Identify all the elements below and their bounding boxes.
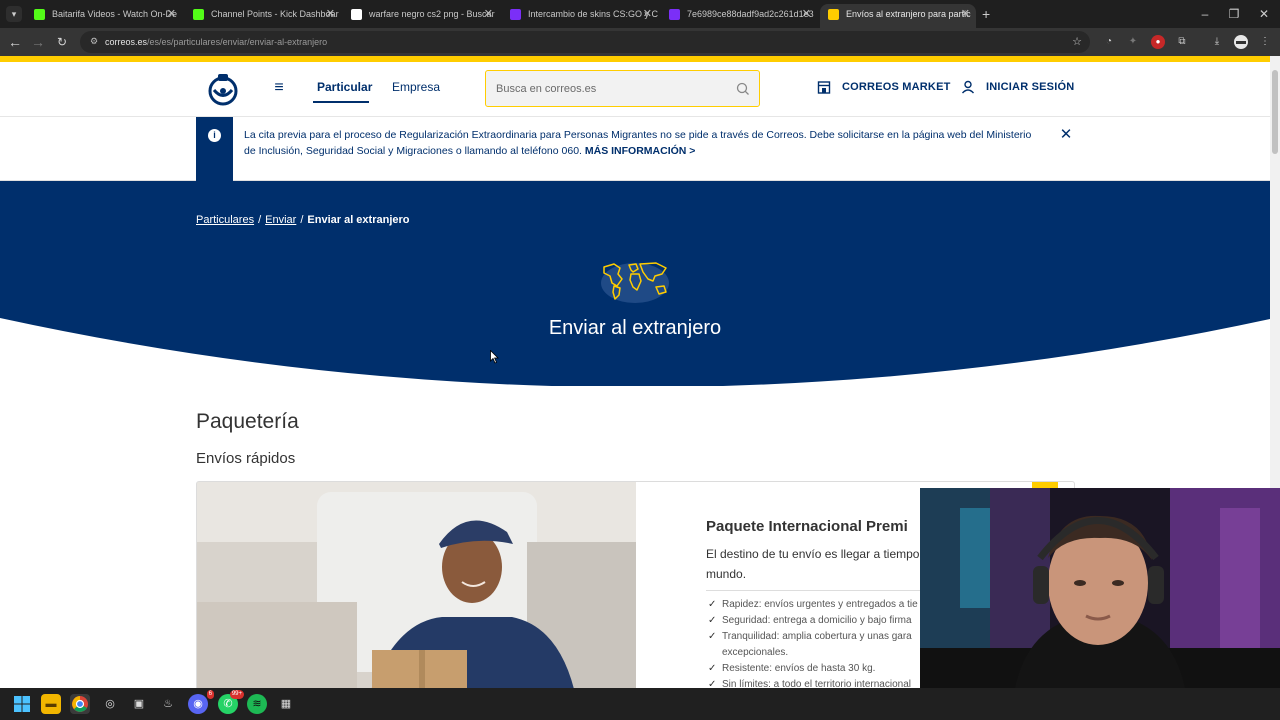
webcam-overlay (920, 488, 1280, 688)
chrome-icon[interactable] (70, 694, 90, 714)
user-icon (961, 80, 975, 94)
extension-icon[interactable]: ● (1151, 35, 1165, 49)
tab-title: Envíos al extranjero para partic (846, 9, 971, 19)
windows-taskbar: ▬ ◎ ▣ ♨ ◉ 6 ✆ 99+ ≋ ▦ (0, 688, 1280, 720)
browser-tab[interactable]: Baitarifa Videos - Watch On-De ✕ (26, 4, 182, 28)
check-icon: ✓ (708, 599, 717, 610)
mouse-cursor-icon (490, 350, 499, 364)
extension-icon[interactable]: ✦ (1126, 35, 1140, 49)
discord-icon[interactable]: ◉ 6 (188, 690, 214, 714)
courier-photo (197, 482, 636, 700)
steam-icon[interactable]: ♨ (158, 694, 178, 714)
check-icon: ✓ (708, 615, 717, 626)
site-info-icon[interactable]: ⚙ (88, 35, 100, 47)
whatsapp-badge: 99+ (229, 690, 244, 699)
breadcrumb-current: Enviar al extranjero (307, 214, 410, 226)
new-tab-icon[interactable]: + (982, 4, 990, 24)
reload-icon[interactable]: ↻ (52, 32, 72, 52)
hamburger-menu-icon[interactable]: ≡ (270, 79, 288, 97)
app-icon[interactable]: ▣ (129, 694, 149, 714)
tab-close-icon[interactable]: ✕ (802, 4, 811, 24)
profile-avatar-icon[interactable]: ▬ (1234, 35, 1248, 49)
tab-search-icon[interactable]: ▾ (6, 6, 22, 22)
extension-icon[interactable]: ◔ (1102, 35, 1116, 49)
whatsapp-icon[interactable]: ✆ 99+ (218, 690, 244, 714)
tab-favicon-icon (828, 9, 839, 20)
tab-close-icon[interactable]: ✕ (643, 4, 652, 24)
forward-icon[interactable]: → (28, 32, 48, 52)
world-map-icon (601, 262, 669, 303)
extensions-puzzle-icon[interactable]: ⧉ (1175, 35, 1189, 49)
tab-title: warfare negro cs2 png - Buscar (369, 9, 495, 19)
windows-start-icon[interactable] (12, 694, 32, 714)
breadcrumb: Particulares / Enviar / Enviar al extranjero (196, 214, 410, 226)
info-icon: i (208, 129, 221, 142)
minimize-icon[interactable]: – (1190, 4, 1220, 24)
tab-close-icon[interactable]: ✕ (167, 4, 176, 24)
tab-favicon-icon (193, 9, 204, 20)
alert-message: La cita previa para el proceso de Regula… (244, 129, 1032, 157)
browser-toolbar: ← → ↻ ⚙ correos.es/es/es/particulares/en… (0, 28, 1280, 56)
card-title: Paquete Internacional Premi (706, 518, 908, 535)
back-icon[interactable]: ← (5, 32, 25, 52)
login-link[interactable]: INICIAR SESIÓN (986, 81, 1074, 93)
browser-tabstrip: ▾ Baitarifa Videos - Watch On-De ✕ Channel… (0, 0, 1280, 28)
search-input[interactable] (496, 79, 726, 99)
store-icon (817, 81, 831, 94)
section-title: Paquetería (196, 410, 299, 433)
tab-title: Baitarifa Videos - Watch On-De (52, 9, 178, 19)
site-search (485, 70, 760, 107)
tab-favicon-icon (510, 9, 521, 20)
check-icon: ✓ (708, 663, 717, 674)
nav-active-indicator (313, 101, 369, 103)
breadcrumb-particulares[interactable]: Particulares (196, 214, 254, 226)
download-icon[interactable]: ⤓ (1210, 35, 1224, 49)
tab-favicon-icon (351, 9, 362, 20)
file-explorer-icon[interactable]: ▬ (41, 694, 61, 714)
section-subtitle: Envíos rápidos (196, 450, 296, 467)
nav-empresa[interactable]: Empresa (392, 80, 440, 94)
correos-market-link[interactable]: CORREOS MARKET (842, 81, 951, 93)
obs-icon[interactable]: ◎ (100, 694, 120, 714)
address-bar[interactable]: ⚙ correos.es/es/es/particulares/enviar/e… (80, 31, 1090, 53)
browser-tab[interactable]: Envíos al extranjero para partic ✕ (820, 4, 976, 28)
tab-close-icon[interactable]: ✕ (326, 4, 335, 24)
nav-particular[interactable]: Particular (317, 80, 372, 94)
browser-tab[interactable]: 7e6989ce88dadf9ad2c261d1e3 ✕ (661, 4, 817, 28)
scrollbar-thumb[interactable] (1272, 70, 1278, 154)
tab-title: 7e6989ce88dadf9ad2c261d1e3 (687, 9, 814, 19)
tab-favicon-icon (34, 9, 45, 20)
browser-tab[interactable]: Channel Points - Kick Dashboar ✕ (185, 4, 341, 28)
check-icon: ✓ (708, 631, 717, 642)
more-info-link[interactable]: MÁS INFORMACIÓN > (585, 145, 696, 157)
search-icon[interactable] (735, 81, 751, 97)
discord-badge: 6 (206, 690, 214, 699)
window-close-icon[interactable]: ✕ (1249, 4, 1279, 24)
tab-favicon-icon (669, 9, 680, 20)
page-title: Enviar al extranjero (548, 317, 722, 339)
correos-logo[interactable] (205, 71, 241, 107)
breadcrumb-enviar[interactable]: Enviar (265, 214, 296, 226)
tab-title: Channel Points - Kick Dashboar (211, 9, 339, 19)
close-icon[interactable]: ✕ (1058, 127, 1074, 143)
browser-tab[interactable]: Intercambio de skins CS:GO y C ✕ (502, 4, 658, 28)
alert-accent: i (196, 117, 233, 181)
hero-banner: Particulares / Enviar / Enviar al extranjero… (0, 181, 1270, 386)
url-text: correos.es/es/es/particulares/enviar/env… (105, 37, 328, 47)
calculator-icon[interactable]: ▦ (276, 694, 296, 714)
browser-tab[interactable]: warfare negro cs2 png - Buscar ✕ (343, 4, 499, 28)
browser-menu-icon[interactable]: ⋮ (1258, 35, 1272, 49)
tab-close-icon[interactable]: ✕ (961, 4, 970, 24)
site-header: ≡ Particular Empresa CORREOS MARKET INIC… (0, 62, 1270, 117)
maximize-icon[interactable]: ❐ (1219, 4, 1249, 24)
bookmark-star-icon[interactable]: ☆ (1072, 31, 1082, 53)
tab-title: Intercambio de skins CS:GO y C (528, 9, 658, 19)
info-alert-banner: i La cita previa para el proceso de Regu… (0, 117, 1270, 181)
spotify-icon[interactable]: ≋ (247, 694, 267, 714)
tab-close-icon[interactable]: ✕ (484, 4, 493, 24)
